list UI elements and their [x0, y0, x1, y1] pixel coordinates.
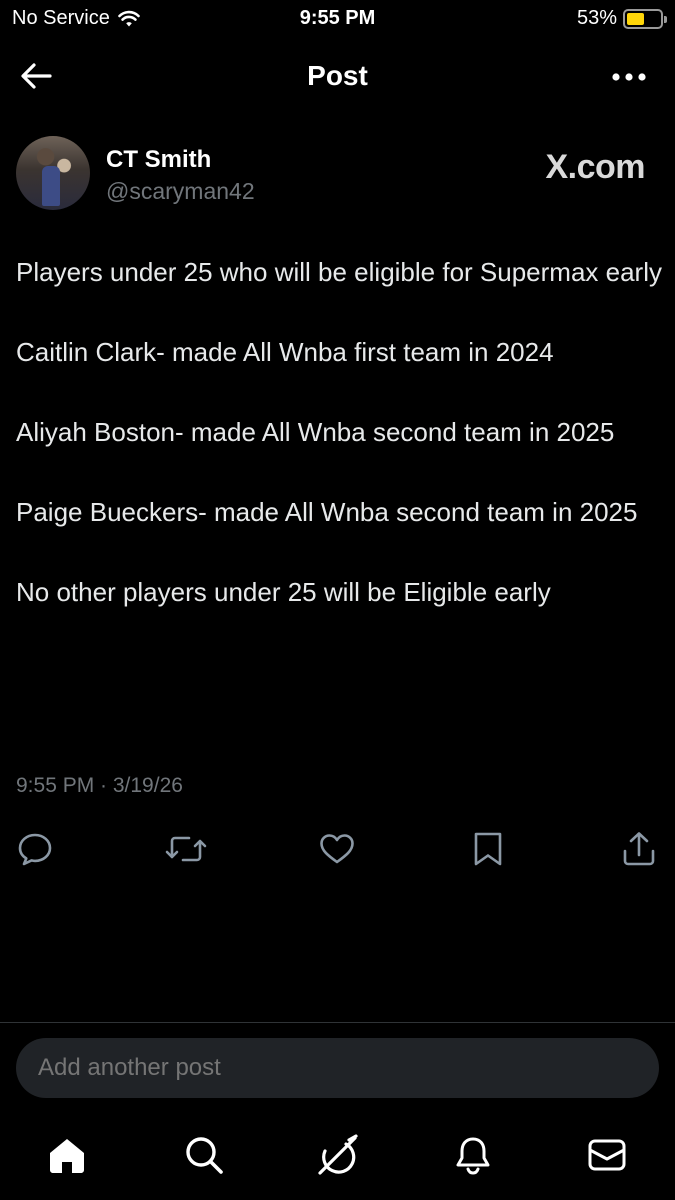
- notifications-icon[interactable]: [452, 1134, 494, 1176]
- more-horizontal-icon[interactable]: [611, 72, 647, 82]
- messages-icon[interactable]: [586, 1134, 628, 1176]
- reply-icon[interactable]: [16, 830, 54, 868]
- search-icon[interactable]: [183, 1134, 225, 1176]
- page-title: Post: [307, 60, 368, 91]
- battery-icon: [623, 8, 667, 29]
- reply-input[interactable]: [16, 1038, 659, 1098]
- status-time: 9:55 PM: [299, 7, 376, 29]
- nav-bar: Post: [0, 48, 675, 104]
- tab-bar: [0, 1120, 675, 1200]
- repost-icon[interactable]: [165, 830, 207, 868]
- post-body: Players under 25 who will be eligible fo…: [16, 252, 666, 652]
- status-bar: No Service 9:55 PM 53%: [0, 0, 675, 38]
- avatar[interactable]: [16, 136, 90, 210]
- post-paragraph: Aliyah Boston- made All Wnba second team…: [16, 417, 615, 447]
- post-paragraph: Players under 25 who will be eligible fo…: [16, 257, 662, 287]
- avatar-figure: [42, 166, 60, 206]
- post-actions: [0, 830, 675, 870]
- post-paragraph: No other players under 25 will be Eligib…: [16, 577, 551, 607]
- bookmark-icon[interactable]: [471, 830, 509, 868]
- brand-watermark: X.com: [545, 148, 645, 186]
- battery-percent: 53%: [576, 7, 617, 29]
- battery-fill: [627, 12, 644, 25]
- post-timestamp: 9:55 PM · 3/19/26: [16, 774, 183, 797]
- home-icon[interactable]: [46, 1134, 88, 1176]
- author-handle[interactable]: @scaryman42: [106, 178, 255, 205]
- share-icon[interactable]: [620, 830, 658, 868]
- author-name[interactable]: CT Smith: [106, 146, 211, 174]
- post-author: CT Smith @scaryman42 X.com: [16, 136, 659, 216]
- like-icon[interactable]: [318, 830, 356, 868]
- status-right: 53%: [576, 7, 667, 30]
- divider: [0, 1022, 675, 1023]
- post-paragraph: Paige Bueckers- made All Wnba second tea…: [16, 497, 638, 527]
- grok-icon[interactable]: [316, 1134, 358, 1176]
- post-paragraph: Caitlin Clark- made All Wnba first team …: [16, 337, 554, 367]
